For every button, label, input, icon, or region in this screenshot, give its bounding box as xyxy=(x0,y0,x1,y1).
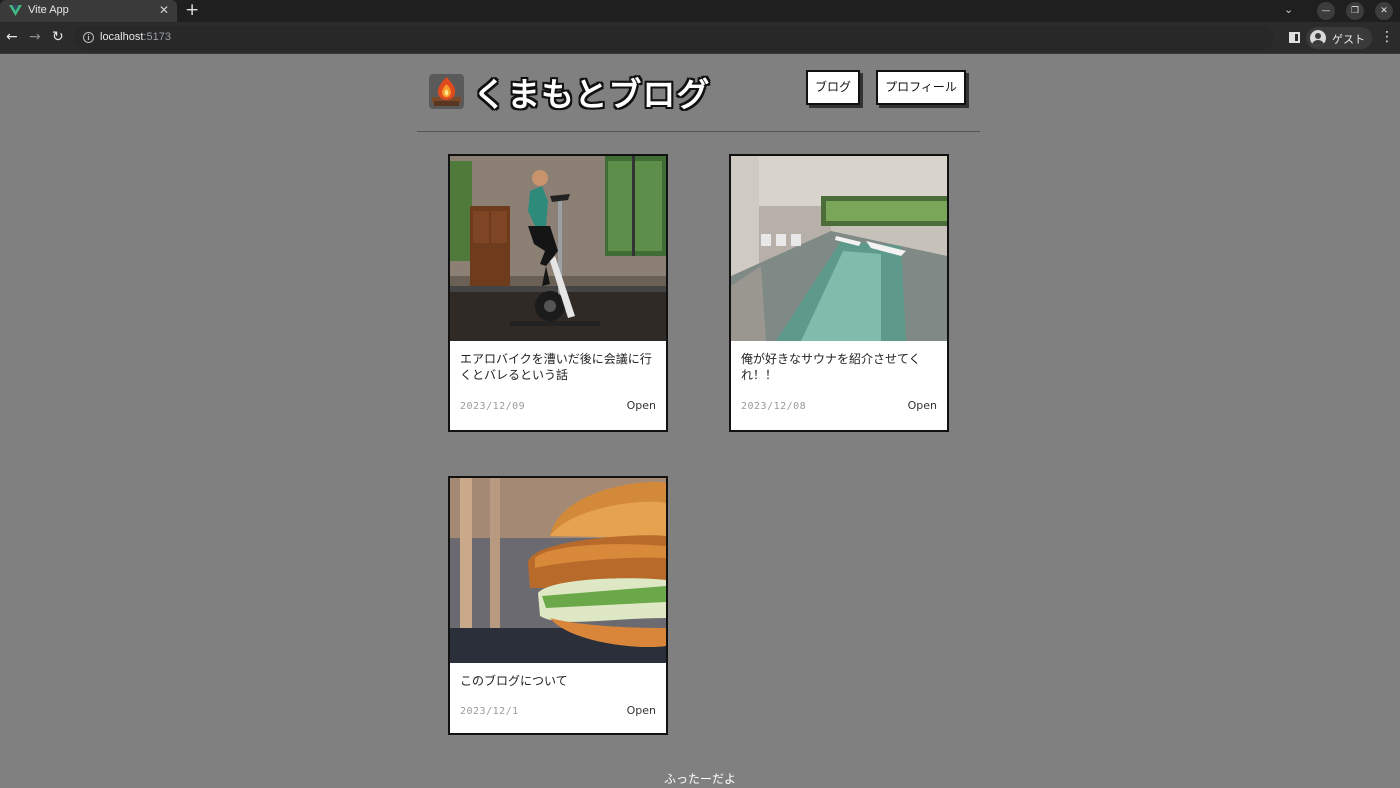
back-icon[interactable]: ← xyxy=(6,29,18,45)
site-info-icon[interactable]: i xyxy=(83,32,94,43)
post-date: 2023/12/09 xyxy=(460,401,526,412)
profile-name: ゲスト xyxy=(1332,33,1365,46)
post-date: 2023/12/08 xyxy=(741,401,807,412)
post-title[interactable]: このブログについて xyxy=(460,673,656,689)
site-title[interactable]: くまもとブログ xyxy=(473,68,710,116)
nav-profile-button[interactable]: プロフィール xyxy=(876,70,966,105)
reload-icon[interactable]: ↻ xyxy=(52,29,64,45)
post-open-link[interactable]: Open xyxy=(627,704,656,717)
tab-search-chevron-icon[interactable]: ⌄ xyxy=(1284,3,1293,16)
post-open-link[interactable]: Open xyxy=(627,399,656,412)
indoor-pool-photo xyxy=(731,156,947,341)
post-card[interactable]: このブログについて 2023/12/1 Open xyxy=(448,476,668,735)
browser-toolbar: ← → ↻ i localhost:5173 ゲスト ⋮ xyxy=(0,22,1400,54)
browser-tab[interactable]: Vite App ✕ xyxy=(0,0,177,22)
chicken-burger-photo xyxy=(450,478,666,663)
url-host: localhost xyxy=(100,31,144,43)
post-title[interactable]: エアロバイクを漕いだ後に会議に行くとバレるという話 xyxy=(460,351,656,383)
vite-favicon-icon xyxy=(9,5,22,16)
new-tab-icon[interactable]: + xyxy=(185,1,199,19)
close-window-icon[interactable]: ✕ xyxy=(1375,2,1393,20)
kebab-menu-icon[interactable]: ⋮ xyxy=(1380,30,1394,44)
profile-button[interactable]: ゲスト xyxy=(1306,27,1372,49)
tab-close-icon[interactable]: ✕ xyxy=(159,3,169,17)
campfire-icon xyxy=(429,74,464,109)
nav-blog-button[interactable]: ブログ xyxy=(806,70,860,105)
post-date: 2023/12/1 xyxy=(460,706,519,717)
site-footer: ふったーだよ xyxy=(663,772,736,786)
url-port: :5173 xyxy=(143,31,171,43)
forward-icon[interactable]: → xyxy=(29,29,41,45)
post-card[interactable]: 俺が好きなサウナを紹介させてくれ！！ 2023/12/08 Open xyxy=(729,154,949,432)
minimize-icon[interactable]: — xyxy=(1317,2,1335,20)
exercise-bike-photo xyxy=(450,156,666,341)
avatar-icon xyxy=(1310,30,1326,46)
site-header: くまもとブログ ブログ プロフィール xyxy=(417,54,980,132)
post-title[interactable]: 俺が好きなサウナを紹介させてくれ！！ xyxy=(741,351,937,383)
tab-title: Vite App xyxy=(28,4,69,16)
address-bar[interactable]: i localhost:5173 xyxy=(74,26,1274,50)
post-card[interactable]: エアロバイクを漕いだ後に会議に行くとバレるという話 2023/12/09 Ope… xyxy=(448,154,668,432)
post-open-link[interactable]: Open xyxy=(908,399,937,412)
url-text[interactable]: localhost:5173 xyxy=(100,31,171,43)
side-panel-icon[interactable] xyxy=(1289,32,1300,43)
browser-tab-bar: Vite App ✕ + ⌄ — ❐ ✕ xyxy=(0,0,1400,22)
restore-icon[interactable]: ❐ xyxy=(1346,2,1364,20)
